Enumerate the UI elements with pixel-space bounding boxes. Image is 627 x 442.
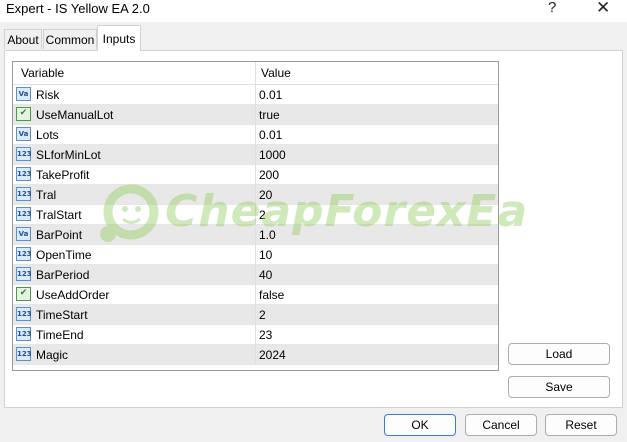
variable-name: TimeStart xyxy=(36,308,88,322)
table-row[interactable]: 123 TimeStart 2 xyxy=(13,305,498,325)
int-type-icon: 123 xyxy=(16,147,32,161)
cancel-button[interactable]: Cancel xyxy=(465,414,537,436)
reset-button[interactable]: Reset xyxy=(545,414,617,436)
int-type-icon: 123 xyxy=(16,247,32,261)
int-type-icon: 123 xyxy=(16,327,32,341)
header-divider[interactable] xyxy=(255,62,256,84)
column-divider xyxy=(255,225,256,245)
tab-inputs[interactable]: Inputs xyxy=(97,25,141,51)
double-type-icon: Va xyxy=(16,227,31,241)
int-type-icon: 123 xyxy=(16,207,32,221)
int-type-icon: 123 xyxy=(16,347,32,361)
variable-value[interactable]: true xyxy=(259,108,280,122)
table-row[interactable]: Va Risk 0.01 xyxy=(13,85,498,105)
table-row[interactable]: Va Lots 0.01 xyxy=(13,125,498,145)
table-row[interactable]: 123 OpenTime 10 xyxy=(13,245,498,265)
inputs-grid: Variable Value Va Risk 0.01 ✔ UseManualLot tr… xyxy=(12,61,499,371)
variable-value[interactable]: 2024 xyxy=(259,348,286,362)
variable-name: Magic xyxy=(36,348,69,362)
column-divider xyxy=(255,245,256,265)
int-type-icon: 123 xyxy=(16,187,32,201)
title-bar: Expert - IS Yellow EA 2.0 ? ✕ xyxy=(0,0,627,22)
variable-name: UseManualLot xyxy=(36,108,114,122)
column-divider xyxy=(255,165,256,185)
table-row[interactable]: 123 TimeEnd 23 xyxy=(13,325,498,345)
variable-value[interactable]: 40 xyxy=(259,268,272,282)
bool-type-icon: ✔ xyxy=(16,287,31,301)
table-row[interactable]: 123 Tral 20 xyxy=(13,185,498,205)
variable-value[interactable]: 200 xyxy=(259,168,279,182)
column-divider xyxy=(255,305,256,325)
table-row[interactable]: 123 SLforMinLot 1000 xyxy=(13,145,498,165)
double-type-icon: Va xyxy=(16,87,31,101)
grid-header: Variable Value xyxy=(13,62,498,85)
help-icon[interactable]: ? xyxy=(548,0,556,16)
tab-about[interactable]: About xyxy=(4,29,42,49)
table-row[interactable]: 123 Magic 2024 xyxy=(13,345,498,365)
variable-name: TralStart xyxy=(36,208,82,222)
header-variable[interactable]: Variable xyxy=(21,66,64,80)
column-divider xyxy=(255,345,256,365)
variable-value[interactable]: 2 xyxy=(259,208,266,222)
int-type-icon: 123 xyxy=(16,167,32,181)
save-button[interactable]: Save xyxy=(508,376,610,398)
ok-button[interactable]: OK xyxy=(384,414,456,436)
table-row[interactable]: 123 TralStart 2 xyxy=(13,205,498,225)
column-divider xyxy=(255,265,256,285)
header-value[interactable]: Value xyxy=(261,66,291,80)
tab-strip: About Common Inputs xyxy=(0,22,627,51)
variable-name: OpenTime xyxy=(36,248,92,262)
variable-value[interactable]: 20 xyxy=(259,188,272,202)
table-row[interactable]: Va BarPoint 1.0 xyxy=(13,225,498,245)
window-title: Expert - IS Yellow EA 2.0 xyxy=(6,1,150,16)
column-divider xyxy=(255,145,256,165)
variable-value[interactable]: 10 xyxy=(259,248,272,262)
variable-value[interactable]: 2 xyxy=(259,308,266,322)
variable-value[interactable]: false xyxy=(259,288,284,302)
table-row[interactable]: 123 BarPeriod 40 xyxy=(13,265,498,285)
close-icon[interactable]: ✕ xyxy=(596,0,610,18)
variable-value[interactable]: 1.0 xyxy=(259,228,276,242)
variable-name: BarPoint xyxy=(36,228,83,242)
variable-name: Lots xyxy=(36,128,59,142)
variable-value[interactable]: 23 xyxy=(259,328,272,342)
variable-value[interactable]: 0.01 xyxy=(259,88,282,102)
bool-type-icon: ✔ xyxy=(16,107,31,121)
tab-common[interactable]: Common xyxy=(43,29,97,49)
double-type-icon: Va xyxy=(16,127,31,141)
column-divider xyxy=(255,85,256,105)
column-divider xyxy=(255,125,256,145)
column-divider xyxy=(255,325,256,345)
variable-name: Risk xyxy=(36,88,60,102)
column-divider xyxy=(255,185,256,205)
load-button[interactable]: Load xyxy=(508,343,610,365)
variable-name: TakeProfit xyxy=(36,168,90,182)
int-type-icon: 123 xyxy=(16,267,32,281)
column-divider xyxy=(255,205,256,225)
variable-name: UseAddOrder xyxy=(36,288,110,302)
int-type-icon: 123 xyxy=(16,307,32,321)
variable-value[interactable]: 0.01 xyxy=(259,128,282,142)
variable-name: Tral xyxy=(36,188,57,202)
table-row[interactable]: ✔ UseAddOrder false xyxy=(13,285,498,305)
column-divider xyxy=(255,285,256,305)
variable-name: SLforMinLot xyxy=(36,148,101,162)
variable-name: TimeEnd xyxy=(36,328,84,342)
table-row[interactable]: 123 TakeProfit 200 xyxy=(13,165,498,185)
variable-name: BarPeriod xyxy=(36,268,90,282)
variable-value[interactable]: 1000 xyxy=(259,148,286,162)
table-row[interactable]: ✔ UseManualLot true xyxy=(13,105,498,125)
column-divider xyxy=(255,105,256,125)
